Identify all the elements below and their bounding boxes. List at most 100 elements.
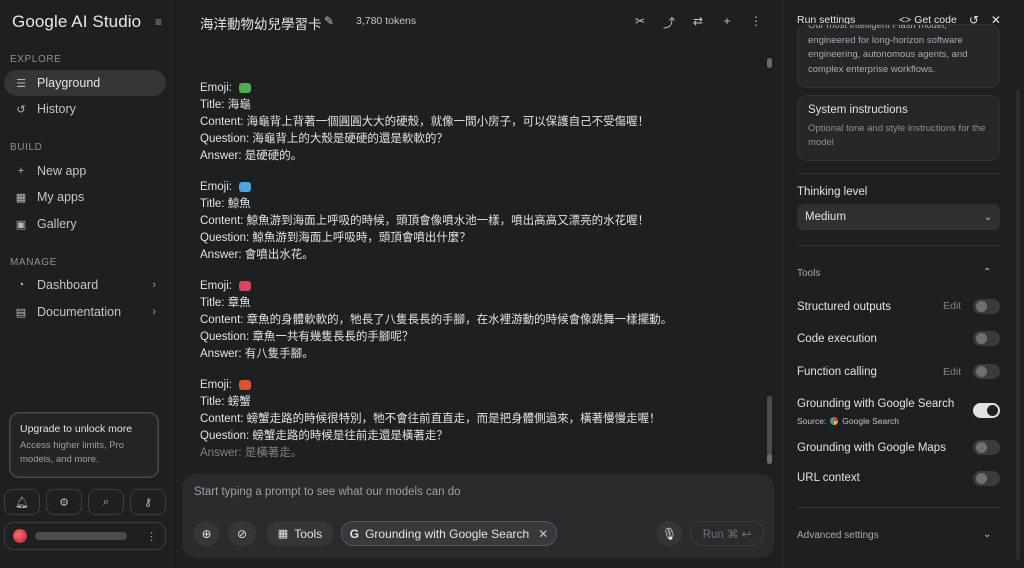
chevron-up-icon[interactable]: ⌃: [983, 267, 991, 278]
chat-title: 海洋動物幼兒學習卡: [200, 17, 322, 32]
visibility-off-icon[interactable]: ⊘: [228, 521, 256, 546]
sidebar-collapse-icon[interactable]: ≡: [155, 15, 162, 29]
sidebar-item-dashboard[interactable]: ◔ Dashboard ›: [4, 272, 166, 298]
emoji-label: Emoji:: [200, 82, 236, 94]
app-logo[interactable]: Google AI Studio: [12, 12, 141, 32]
divider: [797, 507, 1000, 508]
grounding-search-toggle[interactable]: [973, 403, 1000, 418]
system-instructions-card[interactable]: System instructions Optional tone and st…: [797, 95, 1000, 161]
run-button[interactable]: Run ⌘ ↩: [690, 521, 764, 546]
sidebar-item-label: Playground: [37, 76, 101, 90]
code-execution-toggle[interactable]: [973, 331, 1000, 346]
chevron-right-icon: ›: [152, 306, 156, 318]
toggle-knob: [976, 366, 987, 377]
toggle-knob: [976, 442, 987, 453]
grounding-source: Source: Google Search: [797, 416, 899, 426]
chat-scrollbar[interactable]: [767, 58, 772, 464]
scroll-thumb[interactable]: [767, 396, 772, 456]
sidebar-item-my-apps[interactable]: ▦ My apps: [4, 184, 166, 210]
tools-section-header[interactable]: Tools: [797, 268, 820, 279]
tools-button[interactable]: ▦ Tools: [267, 521, 333, 546]
api-key-icon[interactable]: ⚷: [130, 489, 166, 515]
sidebar-item-label: Documentation: [37, 305, 122, 319]
sidebar-item-label: Dashboard: [37, 278, 99, 292]
list-item: Emoji: Title: 螃蟹 Content: 螃蟹走路的時候很特別，牠不會…: [200, 377, 760, 462]
list-item: Emoji: Title: 章魚 Content: 章魚的身體軟軟的，牠長了八隻…: [200, 278, 760, 363]
more-options-icon[interactable]: ⋮: [750, 14, 762, 31]
card-title: Title: 海龜: [200, 99, 251, 111]
card-question: Question: 章魚一共有幾隻長長的手腳呢？: [200, 331, 414, 343]
url-context-toggle[interactable]: [973, 471, 1000, 486]
scroll-down-handle[interactable]: [767, 454, 772, 464]
settings-gear-icon[interactable]: ⚙: [46, 489, 82, 515]
add-media-plus-icon[interactable]: ⊕: [194, 521, 219, 546]
account-button[interactable]: ⋮: [4, 522, 166, 550]
sidebar-item-documentation[interactable]: ▤ Documentation ›: [4, 299, 166, 325]
sidebar-icon-row: 🔔︎ ⚙ ⌕ ⚷: [4, 489, 166, 515]
grounding-search-label: Grounding with Google Search: [797, 398, 955, 410]
book-icon: ▤: [15, 306, 27, 319]
chevron-down-icon[interactable]: ⌄: [983, 529, 991, 540]
history-icon: ↺: [16, 103, 26, 116]
google-logo-icon: [830, 417, 839, 425]
thinking-level-select[interactable]: Medium ⌄: [797, 204, 1000, 230]
plus-icon: +: [17, 165, 25, 177]
structured-outputs-label: Structured outputs: [797, 301, 891, 313]
whale-emoji-icon: [239, 181, 252, 192]
left-sidebar: Google AI Studio ≡ EXPLORE ☰ Playground …: [0, 0, 172, 568]
structured-outputs-toggle[interactable]: [973, 299, 1000, 314]
structured-outputs-edit-link[interactable]: Edit: [943, 300, 961, 312]
playground-icon: ☰: [16, 77, 26, 90]
emoji-label: Emoji:: [200, 379, 236, 391]
branch-icon[interactable]: ⇄: [692, 14, 704, 31]
sidebar-item-label: Gallery: [37, 217, 77, 231]
sidebar-item-new-app[interactable]: + New app: [4, 158, 166, 184]
card-question: Question: 海龜背上的大殼是硬硬的還是軟軟的？: [200, 133, 448, 145]
grounding-maps-toggle[interactable]: [973, 440, 1000, 455]
card-content: Content: 章魚的身體軟軟的，牠長了八隻長長的手腳，在水裡游動的時候會像跳…: [200, 314, 673, 326]
sidebar-item-history[interactable]: ↺ History: [4, 96, 166, 122]
source-value: Google Search: [842, 416, 899, 426]
sidebar-item-label: History: [37, 102, 76, 116]
card-title: Title: 章魚: [200, 297, 251, 309]
upgrade-title: Upgrade to unlock more: [20, 423, 133, 435]
top-actions: ✂ ⤴ ⇄ + ⋮: [634, 14, 762, 31]
scroll-up-handle[interactable]: [767, 58, 772, 68]
dashboard-icon: ◔: [17, 279, 25, 291]
advanced-settings-header[interactable]: Advanced settings: [797, 530, 879, 541]
system-instructions-title: System instructions: [808, 104, 908, 116]
edit-title-pencil-icon[interactable]: ✎: [324, 14, 334, 28]
card-content: Content: 螃蟹走路的時候很特別，牠不會往前直直走，而是把身體側過來，橫著…: [200, 413, 661, 425]
close-icon[interactable]: ✕: [538, 527, 548, 541]
tools-grid-icon: ▦: [277, 528, 289, 540]
divider: [797, 173, 1000, 174]
chat-response: Emoji: Title: 海龜 Content: 海龜背上背著一個圓圓大大的硬…: [200, 80, 760, 462]
sidebar-item-playground[interactable]: ☰ Playground: [4, 70, 166, 96]
card-question: Question: 螃蟹走路的時候是往前走還是橫著走？: [200, 430, 448, 442]
upgrade-card[interactable]: Upgrade to unlock more Access higher lim…: [9, 412, 159, 478]
prompt-input[interactable]: [194, 486, 754, 498]
grounding-search-chip[interactable]: G Grounding with Google Search ✕: [341, 521, 557, 546]
card-answer: Answer: 有八隻手腳。: [200, 348, 314, 360]
notifications-bell-icon[interactable]: 🔔︎: [4, 489, 40, 515]
thinking-level-value: Medium: [805, 211, 846, 223]
avatar: [13, 529, 27, 543]
model-selector-card[interactable]: Our most intelligent Flash model, engine…: [797, 24, 1000, 88]
blurred-account-name: [35, 532, 127, 540]
compare-icon[interactable]: ✂: [634, 14, 646, 31]
function-calling-toggle[interactable]: [973, 364, 1000, 379]
function-calling-edit-link[interactable]: Edit: [943, 366, 961, 378]
microphone-icon[interactable]: 🎙︎: [657, 521, 682, 546]
main-chat-area: 海洋動物幼兒學習卡 ✎ 3,780 tokens ✂ ⤴ ⇄ + ⋮ Emoji…: [172, 0, 782, 568]
toggle-knob: [987, 405, 998, 416]
sidebar-item-gallery[interactable]: ▣ Gallery: [4, 211, 166, 237]
search-icon[interactable]: ⌕: [88, 489, 124, 515]
chevron-right-icon: ›: [152, 279, 156, 291]
new-chat-plus-icon[interactable]: +: [721, 14, 733, 31]
chat-topbar: 海洋動物幼兒學習卡 ✎ 3,780 tokens ✂ ⤴ ⇄ + ⋮: [172, 0, 782, 42]
share-icon[interactable]: ⤴: [663, 14, 675, 31]
google-g-icon: G: [349, 526, 360, 541]
card-answer: Answer: 會噴出水花。: [200, 249, 314, 261]
settings-scrollbar[interactable]: [1016, 90, 1020, 560]
toggle-knob: [976, 301, 987, 312]
